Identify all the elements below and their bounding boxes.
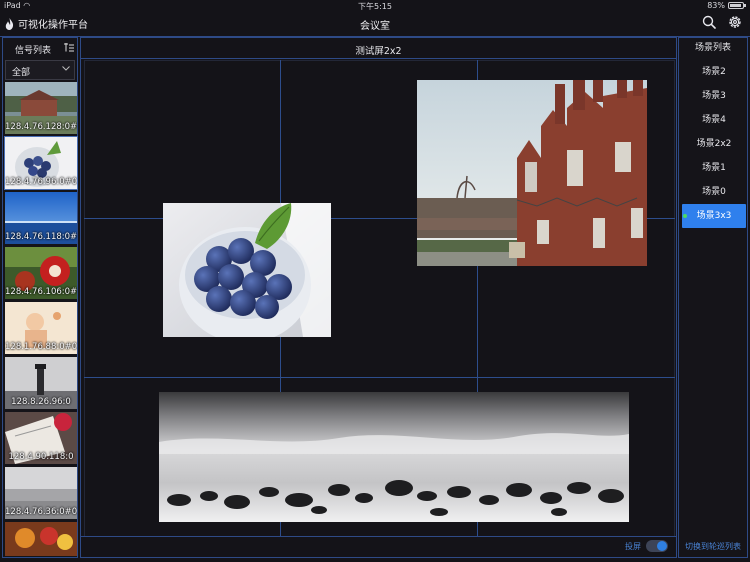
pebble-beach-image — [159, 392, 629, 522]
grid-line — [84, 377, 675, 378]
signal-thumbnail — [5, 522, 77, 556]
signal-item-label: 128.4.76.106:0#0 — [5, 287, 77, 297]
page-title: 会议室 — [360, 21, 390, 32]
battery-percent: 83% — [707, 1, 725, 10]
scene-item[interactable]: 场景4 — [682, 108, 746, 132]
video-window[interactable] — [163, 203, 331, 337]
signal-item-label: 128.4.90.118:0 — [8, 452, 74, 462]
screen-title: 测试屏2x2 — [355, 46, 402, 57]
brand-name: 可视化操作平台 — [18, 20, 88, 31]
signal-item[interactable]: 128.8.26.96:0 — [5, 357, 77, 409]
signal-item-label: 128.4.76.128:0#0 — [5, 122, 77, 132]
signal-panel-title: 信号列表 — [14, 46, 51, 56]
signal-item-label: 128.4.76.96:0#0 — [5, 177, 77, 187]
brand: 可视化操作平台 — [5, 16, 88, 31]
scene-item[interactable]: 场景3 — [682, 84, 746, 108]
signal-item[interactable]: 128.4.76.96:0#0 — [4, 136, 78, 190]
scene-panel: 场景列表 场景2 场景3 场景4 场景2x2 场景1 场景0 场景3x3 切换到… — [678, 37, 748, 558]
nav-bar: 可视化操作平台 会议室 — [0, 12, 750, 36]
brick-house-image — [417, 80, 647, 266]
scene-item[interactable]: 场景2x2 — [682, 132, 746, 156]
signal-item[interactable]: 128.4.90.118:0 — [5, 412, 77, 464]
sort-list-icon[interactable] — [64, 43, 74, 52]
signal-item-label: 128.4.76.36:0#0 — [5, 507, 77, 517]
signal-panel-header: 信号列表 — [3, 38, 77, 58]
blueberries-image — [163, 203, 331, 337]
display-screen: 测试屏2x2 投屏 — [80, 37, 677, 558]
signal-item[interactable]: 128.4.76.36:0#0 — [5, 467, 77, 519]
signal-item[interactable]: 128.4.76.118:0#0 — [5, 192, 77, 244]
active-indicator-dot — [683, 214, 687, 218]
projection-label: 投屏 — [625, 541, 641, 551]
video-window[interactable] — [417, 80, 647, 266]
toggle-knob — [657, 541, 667, 551]
scene-item[interactable]: 场景0 — [682, 180, 746, 204]
signal-filter-value: 全部 — [12, 68, 31, 78]
battery-icon — [728, 2, 746, 9]
signal-item-label: 128.1.76.88:0#0 — [5, 342, 77, 352]
scene-panel-title: 场景列表 — [694, 43, 731, 53]
search-icon[interactable] — [702, 15, 716, 29]
signal-item[interactable]: 128.1.76.88:0#0 — [5, 302, 77, 354]
screen-footer: 投屏 — [81, 536, 676, 557]
screen-canvas[interactable] — [84, 60, 675, 537]
signal-item-label: 128.8.26.96:0 — [11, 397, 71, 407]
scene-item[interactable]: 场景2 — [682, 60, 746, 84]
signal-panel: 信号列表 全部 128.4.76.128:0#0 128.4.76.96:0#0… — [2, 37, 78, 558]
scene-item-label: 场景3x3 — [696, 211, 732, 221]
screen-title-divider — [81, 58, 676, 59]
signal-filter-select[interactable]: 全部 — [5, 60, 75, 80]
settings-icon[interactable] — [728, 15, 742, 29]
signal-item[interactable] — [5, 522, 77, 556]
signal-item-label: 128.4.76.118:0#0 — [5, 232, 77, 242]
status-time: 下午5:15 — [358, 2, 392, 11]
projection-toggle[interactable] — [646, 540, 668, 552]
signal-item[interactable]: 128.4.76.128:0#0 — [5, 82, 77, 134]
chevron-down-icon — [62, 66, 70, 71]
scene-item-active[interactable]: 场景3x3 — [682, 204, 746, 228]
flame-logo-icon — [5, 17, 14, 30]
battery-status: 83% — [707, 1, 746, 10]
scene-item[interactable]: 场景1 — [682, 156, 746, 180]
scene-list: 场景2 场景3 场景4 场景2x2 场景1 场景0 场景3x3 — [682, 60, 746, 228]
signal-list: 128.4.76.128:0#0 128.4.76.96:0#0 128.4.7 — [4, 82, 78, 559]
status-bar: iPad ◠ 下午5:15 83% — [0, 0, 750, 12]
projection-control: 投屏 — [625, 540, 668, 552]
switch-to-patrol-link[interactable]: 切换到轮巡列表 — [679, 537, 747, 557]
signal-item[interactable]: 128.4.76.106:0#0 — [5, 247, 77, 299]
video-window[interactable] — [159, 392, 629, 522]
